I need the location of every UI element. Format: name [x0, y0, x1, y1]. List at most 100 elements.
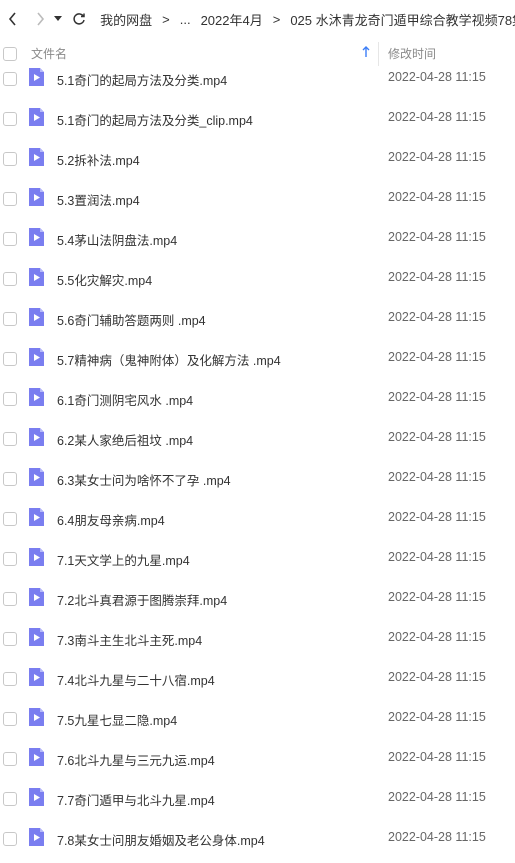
file-row[interactable]: 5.4茅山法阴盘法.mp4 2022-04-28 11:15 — [0, 218, 515, 258]
video-file-icon — [29, 548, 44, 566]
file-name[interactable]: 7.7奇门遁甲与北斗九星.mp4 — [57, 790, 215, 809]
row-checkbox[interactable] — [3, 72, 17, 86]
file-modified-time: 2022-04-28 11:15 — [388, 510, 486, 524]
file-row[interactable]: 6.2某人家绝后祖坟 .mp4 2022-04-28 11:15 — [0, 418, 515, 458]
file-name[interactable]: 5.5化灾解灾.mp4 — [57, 270, 152, 289]
file-name[interactable]: 6.3某女士问为啥怀不了孕 .mp4 — [57, 470, 231, 489]
file-modified-time: 2022-04-28 11:15 — [388, 750, 486, 764]
file-row[interactable]: 7.1天文学上的九星.mp4 2022-04-28 11:15 — [0, 538, 515, 578]
file-modified-time: 2022-04-28 11:15 — [388, 270, 486, 284]
file-row[interactable]: 7.3南斗主生北斗主死.mp4 2022-04-28 11:15 — [0, 618, 515, 658]
file-name[interactable]: 5.4茅山法阴盘法.mp4 — [57, 230, 177, 249]
file-name[interactable]: 5.6奇门辅助答题两则 .mp4 — [57, 310, 206, 329]
file-row[interactable]: 5.1奇门的起局方法及分类.mp4 2022-04-28 11:15 — [0, 58, 515, 98]
row-checkbox[interactable] — [3, 272, 17, 286]
file-name[interactable]: 7.2北斗真君源于图腾崇拜.mp4 — [57, 590, 227, 609]
video-file-icon — [29, 108, 44, 126]
video-file-icon — [29, 788, 44, 806]
file-row[interactable]: 6.4朋友母亲病.mp4 2022-04-28 11:15 — [0, 498, 515, 538]
file-modified-time: 2022-04-28 11:15 — [388, 830, 486, 844]
file-modified-time: 2022-04-28 11:15 — [388, 470, 486, 484]
file-modified-time: 2022-04-28 11:15 — [388, 190, 486, 204]
file-row[interactable]: 5.2拆补法.mp4 2022-04-28 11:15 — [0, 138, 515, 178]
file-row[interactable]: 5.3置润法.mp4 2022-04-28 11:15 — [0, 178, 515, 218]
file-name[interactable]: 6.2某人家绝后祖坟 .mp4 — [57, 430, 193, 449]
row-checkbox[interactable] — [3, 712, 17, 726]
back-button[interactable] — [2, 8, 23, 30]
video-file-icon — [29, 308, 44, 326]
row-checkbox[interactable] — [3, 632, 17, 646]
video-file-icon — [29, 268, 44, 286]
video-file-icon — [29, 628, 44, 646]
row-checkbox[interactable] — [3, 112, 17, 126]
row-checkbox[interactable] — [3, 792, 17, 806]
toolbar: 我的网盘 > ... 2022年4月 > 025 水沐青龙奇门遁甲综合教学视频7… — [0, 0, 515, 38]
row-checkbox[interactable] — [3, 152, 17, 166]
forward-button[interactable] — [29, 8, 50, 30]
video-file-icon — [29, 348, 44, 366]
file-name[interactable]: 7.1天文学上的九星.mp4 — [57, 550, 190, 569]
refresh-icon — [73, 13, 86, 25]
file-name[interactable]: 5.1奇门的起局方法及分类.mp4 — [57, 70, 227, 89]
row-checkbox[interactable] — [3, 312, 17, 326]
file-name[interactable]: 5.2拆补法.mp4 — [57, 150, 140, 169]
video-file-icon — [29, 708, 44, 726]
chevron-right-icon — [37, 12, 45, 26]
file-name[interactable]: 5.3置润法.mp4 — [57, 190, 140, 209]
file-modified-time: 2022-04-28 11:15 — [388, 390, 486, 404]
video-file-icon — [29, 188, 44, 206]
row-checkbox[interactable] — [3, 512, 17, 526]
file-row[interactable]: 7.4北斗九星与二十八宿.mp4 2022-04-28 11:15 — [0, 658, 515, 698]
refresh-button[interactable] — [69, 8, 90, 30]
row-checkbox[interactable] — [3, 752, 17, 766]
file-name[interactable]: 6.1奇门测阴宅风水 .mp4 — [57, 390, 193, 409]
sort-ascending-icon[interactable] — [362, 46, 370, 58]
file-name[interactable]: 7.5九星七显二隐.mp4 — [57, 710, 177, 729]
video-file-icon — [29, 228, 44, 246]
file-name[interactable]: 7.4北斗九星与二十八宿.mp4 — [57, 670, 215, 689]
caret-down-icon — [53, 16, 62, 21]
row-checkbox[interactable] — [3, 192, 17, 206]
breadcrumb-separator: > — [162, 11, 170, 27]
file-row[interactable]: 7.6北斗九星与三元九运.mp4 2022-04-28 11:15 — [0, 738, 515, 778]
file-name[interactable]: 7.6北斗九星与三元九运.mp4 — [57, 750, 215, 769]
row-checkbox[interactable] — [3, 392, 17, 406]
file-row[interactable]: 7.8某女士问朋友婚姻及老公身体.mp4 2022-04-28 11:15 — [0, 818, 515, 858]
video-file-icon — [29, 68, 44, 86]
file-name[interactable]: 7.8某女士问朋友婚姻及老公身体.mp4 — [57, 830, 265, 849]
row-checkbox[interactable] — [3, 472, 17, 486]
file-name[interactable]: 6.4朋友母亲病.mp4 — [57, 510, 165, 529]
row-checkbox[interactable] — [3, 352, 17, 366]
file-name[interactable]: 5.1奇门的起局方法及分类_clip.mp4 — [57, 110, 253, 129]
file-row[interactable]: 5.5化灾解灾.mp4 2022-04-28 11:15 — [0, 258, 515, 298]
file-row[interactable]: 6.1奇门测阴宅风水 .mp4 2022-04-28 11:15 — [0, 378, 515, 418]
breadcrumb: 我的网盘 > ... 2022年4月 > 025 水沐青龙奇门遁甲综合教学视频7… — [100, 10, 515, 29]
chevron-left-icon — [8, 12, 16, 26]
file-row[interactable]: 5.1奇门的起局方法及分类_clip.mp4 2022-04-28 11:15 — [0, 98, 515, 138]
row-checkbox[interactable] — [3, 832, 17, 846]
video-file-icon — [29, 428, 44, 446]
video-file-icon — [29, 148, 44, 166]
file-row[interactable]: 5.6奇门辅助答题两则 .mp4 2022-04-28 11:15 — [0, 298, 515, 338]
row-checkbox[interactable] — [3, 432, 17, 446]
file-row[interactable]: 7.5九星七显二隐.mp4 2022-04-28 11:15 — [0, 698, 515, 738]
file-modified-time: 2022-04-28 11:15 — [388, 230, 486, 244]
breadcrumb-item-current[interactable]: 025 水沐青龙奇门遁甲综合教学视频78集 — [290, 10, 515, 29]
file-row[interactable]: 7.7奇门遁甲与北斗九星.mp4 2022-04-28 11:15 — [0, 778, 515, 818]
file-row[interactable]: 6.3某女士问为啥怀不了孕 .mp4 2022-04-28 11:15 — [0, 458, 515, 498]
history-dropdown-button[interactable] — [51, 8, 65, 30]
breadcrumb-item-ellipsis[interactable]: ... — [180, 12, 191, 27]
file-row[interactable]: 5.7精神病（鬼神附体）及化解方法 .mp4 2022-04-28 11:15 — [0, 338, 515, 378]
video-file-icon — [29, 508, 44, 526]
file-name[interactable]: 5.7精神病（鬼神附体）及化解方法 .mp4 — [57, 350, 281, 369]
row-checkbox[interactable] — [3, 552, 17, 566]
video-file-icon — [29, 588, 44, 606]
breadcrumb-separator: > — [272, 11, 281, 27]
file-name[interactable]: 7.3南斗主生北斗主死.mp4 — [57, 630, 202, 649]
file-row[interactable]: 7.2北斗真君源于图腾崇拜.mp4 2022-04-28 11:15 — [0, 578, 515, 618]
breadcrumb-item-month[interactable]: 2022年4月 — [201, 10, 263, 29]
row-checkbox[interactable] — [3, 592, 17, 606]
breadcrumb-item-root[interactable]: 我的网盘 — [100, 10, 152, 29]
row-checkbox[interactable] — [3, 672, 17, 686]
row-checkbox[interactable] — [3, 232, 17, 246]
